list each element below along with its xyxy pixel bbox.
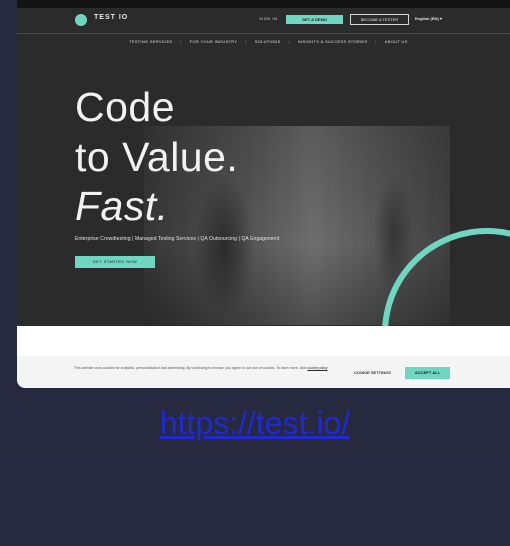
- cookie-policy-link[interactable]: cookie policy: [307, 366, 327, 370]
- menu-separator: |: [245, 39, 247, 44]
- hero-headline-line-2: to Value.: [75, 134, 239, 180]
- get-demo-button[interactable]: GET A DEMO: [286, 15, 343, 24]
- menu-item-about[interactable]: ABOUT US: [385, 39, 408, 44]
- hero-tagline: Enterprise Crowdtesting | Managed Testin…: [75, 236, 280, 242]
- main-menu: TESTING SERVICES | FOR YOUR INDUSTRY | S…: [129, 39, 408, 44]
- cookie-message-text: This website uses cookies for analytics,…: [74, 366, 307, 370]
- header-divider: [17, 33, 510, 34]
- caption-url-link[interactable]: https://test.io/: [0, 405, 510, 442]
- cookie-settings-button[interactable]: COOKIE SETTINGS: [354, 370, 391, 375]
- menu-separator: |: [180, 39, 182, 44]
- sign-in-link[interactable]: SIGN IN: [259, 16, 277, 21]
- site-header: TEST IO SIGN IN GET A DEMO BECOME A TEST…: [17, 8, 510, 32]
- menu-item-testing-services[interactable]: TESTING SERVICES: [129, 39, 172, 44]
- menu-separator: |: [288, 39, 290, 44]
- cookie-message: This website uses cookies for analytics,…: [74, 366, 344, 371]
- accept-all-button[interactable]: ACCEPT ALL: [405, 367, 450, 379]
- browser-top-bar: [17, 0, 510, 8]
- menu-item-insights[interactable]: INSIGHTS & SUCCESS STORIES: [298, 39, 368, 44]
- hero-headline-line-3: Fast.: [75, 183, 169, 229]
- logo-icon[interactable]: [75, 14, 87, 26]
- logo-text[interactable]: TEST IO: [94, 14, 128, 21]
- become-tester-button[interactable]: BECOME A TESTER: [350, 14, 409, 25]
- hero-headline-line-1: Code: [75, 84, 176, 130]
- content-strip: [17, 326, 510, 356]
- menu-separator: |: [375, 39, 377, 44]
- menu-item-solutions[interactable]: SOLUTIONS: [255, 39, 281, 44]
- language-selector[interactable]: English (EN) ▾: [415, 16, 442, 21]
- menu-item-industry[interactable]: FOR YOUR INDUSTRY: [190, 39, 238, 44]
- get-started-button[interactable]: GET STARTED NOW: [75, 256, 155, 268]
- cookie-banner: This website uses cookies for analytics,…: [17, 356, 510, 388]
- website-screenshot: TEST IO SIGN IN GET A DEMO BECOME A TEST…: [17, 0, 510, 388]
